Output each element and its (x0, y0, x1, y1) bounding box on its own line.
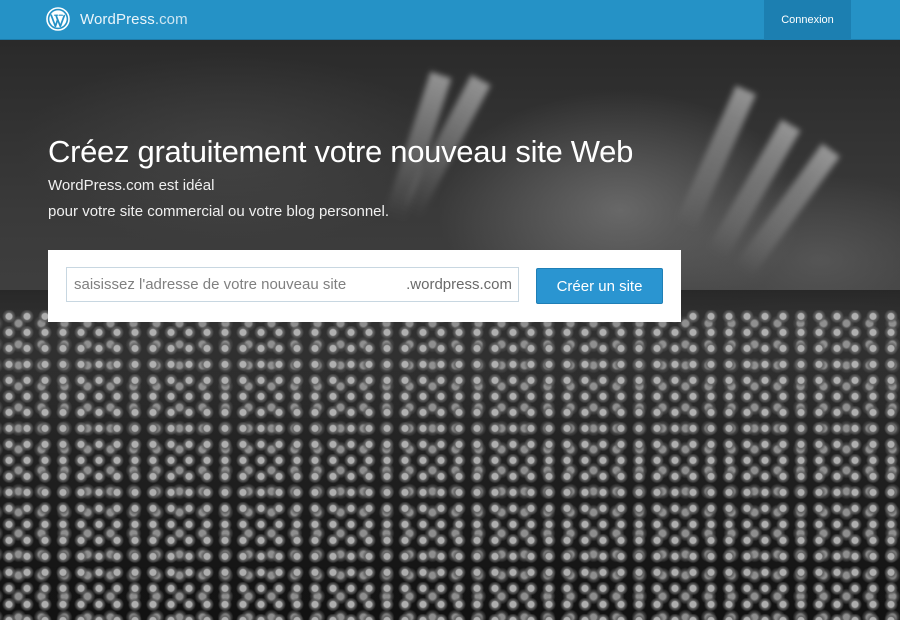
signup-panel: .wordpress.com Créer un site (48, 250, 681, 322)
create-site-button[interactable]: Créer un site (536, 268, 663, 304)
domain-suffix: .wordpress.com (406, 276, 512, 293)
brand-name-suffix: .com (154, 10, 188, 28)
wordpress-logo-icon (46, 7, 70, 31)
crowd-image (0, 310, 900, 620)
site-address-input[interactable] (67, 268, 389, 301)
top-bar: WordPress.com Connexion (0, 0, 900, 40)
login-button[interactable]: Connexion (764, 0, 851, 40)
hero-subtitle-line2: pour votre site commercial ou votre blog… (48, 203, 390, 220)
brand-name-main: WordPress (80, 10, 155, 28)
site-address-field[interactable]: .wordpress.com (66, 267, 519, 302)
hero-subtitle-line1: WordPress.com est idéal (48, 177, 215, 194)
hero-title: Créez gratuitement votre nouveau site We… (48, 134, 634, 169)
hero-background (0, 40, 900, 620)
brand-name: WordPress.com (80, 11, 188, 28)
brand-link[interactable]: WordPress.com (46, 6, 188, 32)
